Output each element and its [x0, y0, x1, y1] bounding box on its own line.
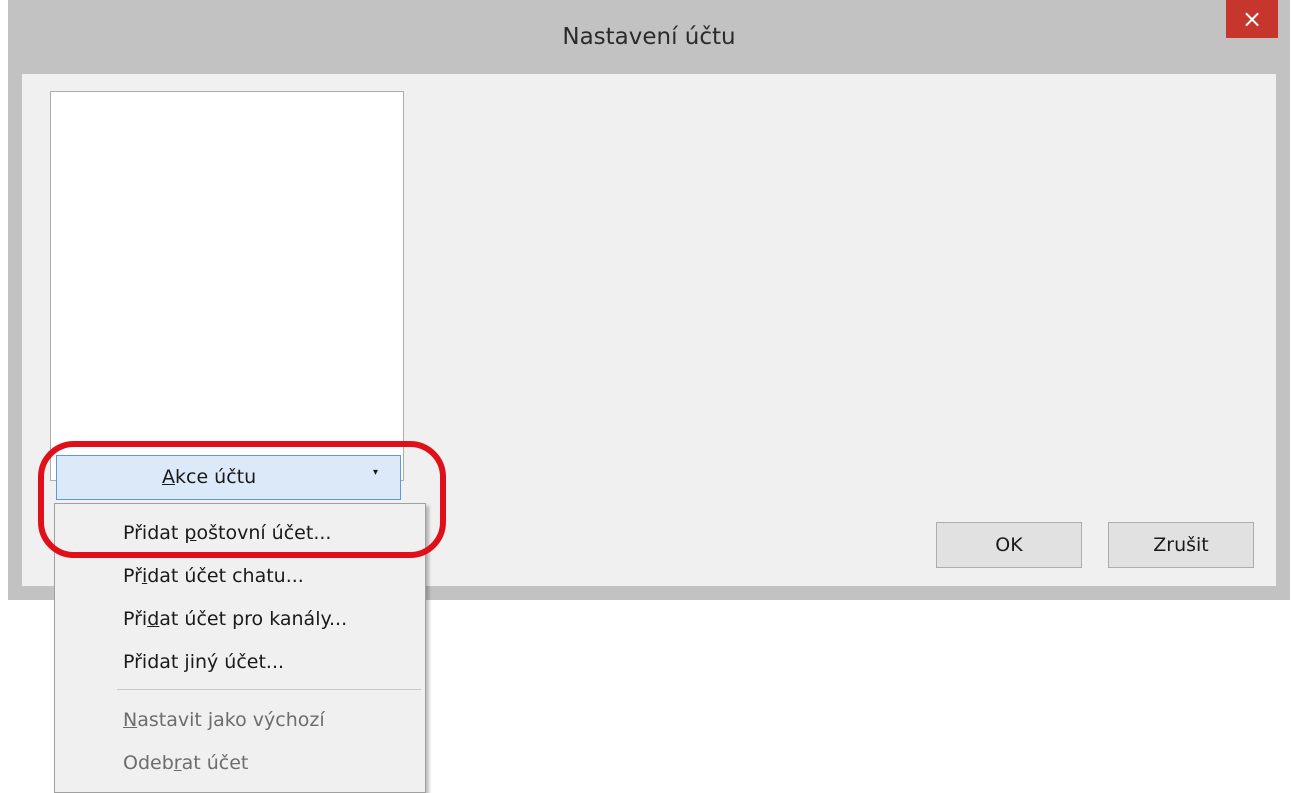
menu-separator — [117, 689, 421, 690]
menu-item-remove-account: Odebrat účet — [123, 752, 249, 774]
title-bar[interactable]: Nastavení účtu × — [8, 0, 1290, 74]
dialog-title: Nastavení účtu — [562, 24, 736, 50]
menu-item-add-chat-account[interactable]: Přidat účet chatu... — [123, 565, 304, 587]
annotation-highlight-ellipse — [38, 441, 446, 558]
menu-item-add-feed-account[interactable]: Přidat účet pro kanály... — [123, 608, 347, 630]
ok-button[interactable]: OK — [936, 522, 1082, 568]
menu-item-set-default: Nastavit jako výchozí — [123, 709, 325, 731]
close-icon: × — [1241, 5, 1263, 33]
menu-item-add-other-account[interactable]: Přidat jiný účet... — [123, 651, 284, 673]
cancel-button[interactable]: Zrušit — [1108, 522, 1254, 568]
account-list[interactable] — [50, 91, 404, 481]
close-button[interactable]: × — [1226, 0, 1278, 38]
